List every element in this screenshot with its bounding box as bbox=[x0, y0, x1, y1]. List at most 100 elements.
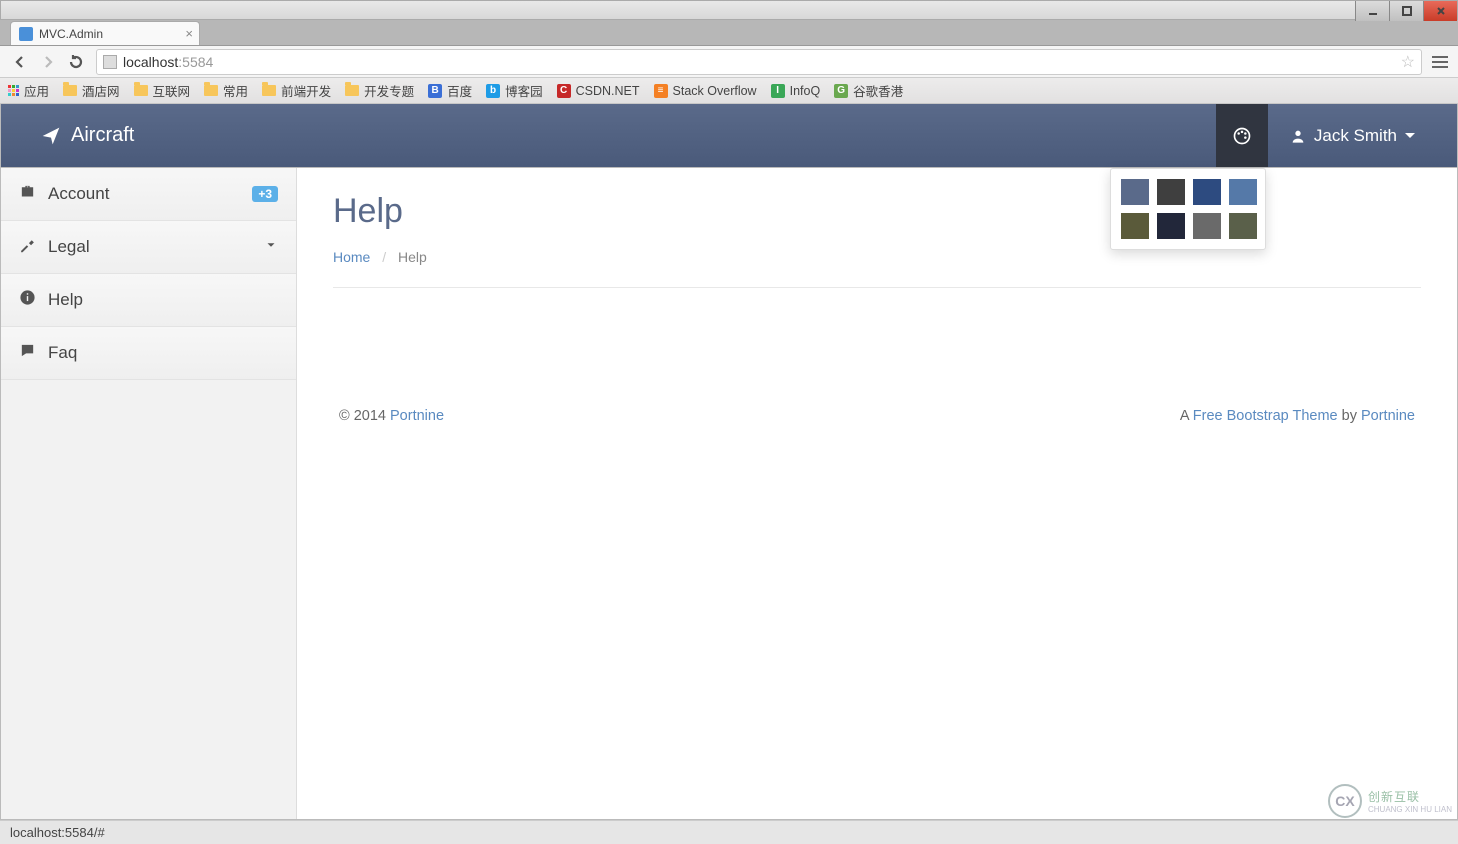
url-host: localhost bbox=[123, 54, 178, 70]
breadcrumb-home[interactable]: Home bbox=[333, 249, 370, 265]
theme-swatch[interactable] bbox=[1121, 179, 1149, 205]
bookmark-label: 常用 bbox=[223, 81, 248, 100]
content: Help Home / Help © 2014 Portnine A Free … bbox=[297, 168, 1457, 819]
bookmark-item[interactable]: B 百度 bbox=[428, 81, 472, 100]
footer-copy: © 2014 bbox=[339, 408, 390, 424]
footer-right: A Free Bootstrap Theme by Portnine bbox=[1180, 408, 1415, 424]
footer: © 2014 Portnine A Free Bootstrap Theme b… bbox=[333, 408, 1421, 424]
theme-swatch[interactable] bbox=[1193, 213, 1221, 239]
browser-forward-button[interactable] bbox=[34, 48, 62, 76]
browser-tab-strip: MVC.Admin × bbox=[0, 20, 1458, 46]
theme-swatch[interactable] bbox=[1229, 213, 1257, 239]
badge: +3 bbox=[252, 186, 278, 202]
bookmarks-bar: 应用 酒店网 互联网 常用 前端开发 开发专题 B 百度 b博客园 CCSDN.NET ≡ Stack… bbox=[0, 78, 1458, 104]
bookmark-label: 应用 bbox=[24, 81, 49, 100]
chevron-down-icon bbox=[264, 237, 278, 257]
sidebar-item-label: Legal bbox=[48, 237, 90, 257]
window-maximize-button[interactable] bbox=[1389, 1, 1423, 21]
site-favicon: I bbox=[771, 84, 785, 98]
browser-toolbar: localhost:5584 ☆ bbox=[0, 46, 1458, 78]
folder-icon bbox=[63, 85, 77, 96]
bookmark-item[interactable]: 开发专题 bbox=[345, 81, 414, 100]
theme-swatch[interactable] bbox=[1157, 213, 1185, 239]
bookmark-item[interactable]: CCSDN.NET bbox=[557, 84, 640, 98]
url-port: :5584 bbox=[178, 54, 213, 70]
theme-swatch[interactable] bbox=[1193, 179, 1221, 205]
watermark-logo: CX bbox=[1328, 784, 1362, 818]
bookmark-item[interactable]: 前端开发 bbox=[262, 81, 331, 100]
breadcrumb-separator: / bbox=[382, 249, 386, 265]
sidebar: Account +3 Legal Help Faq bbox=[1, 168, 297, 819]
folder-icon bbox=[204, 85, 218, 96]
window-close-button[interactable] bbox=[1423, 1, 1457, 21]
sidebar-item-legal[interactable]: Legal bbox=[1, 221, 296, 274]
sidebar-item-label: Help bbox=[48, 290, 83, 310]
footer-right-prefix: A bbox=[1180, 408, 1193, 424]
bookmark-label: Stack Overflow bbox=[673, 84, 757, 98]
brand-label: Aircraft bbox=[71, 124, 134, 147]
theme-palette-button[interactable] bbox=[1216, 104, 1268, 167]
app-header: Aircraft Jack Smith bbox=[0, 104, 1458, 168]
sidebar-item-label: Account bbox=[48, 184, 109, 204]
status-text: localhost:5584/# bbox=[10, 825, 105, 840]
briefcase-icon bbox=[19, 183, 36, 205]
bookmark-item[interactable]: 互联网 bbox=[134, 81, 191, 100]
browser-reload-button[interactable] bbox=[62, 48, 90, 76]
theme-swatch[interactable] bbox=[1121, 213, 1149, 239]
tab-title: MVC.Admin bbox=[39, 27, 103, 41]
address-bar[interactable]: localhost:5584 ☆ bbox=[96, 49, 1422, 75]
bookmark-star-icon[interactable]: ☆ bbox=[1401, 52, 1415, 72]
bookmark-label: 前端开发 bbox=[281, 81, 331, 100]
dashboard-icon bbox=[1232, 126, 1252, 146]
site-favicon: G bbox=[834, 84, 848, 98]
footer-theme-link[interactable]: Free Bootstrap Theme bbox=[1193, 408, 1338, 424]
paper-plane-icon bbox=[41, 126, 61, 146]
bookmark-label: 开发专题 bbox=[364, 81, 414, 100]
status-bar: localhost:5584/# bbox=[0, 820, 1458, 844]
sidebar-item-help[interactable]: Help bbox=[1, 274, 296, 327]
bookmark-item[interactable]: 应用 bbox=[8, 81, 49, 100]
page-icon bbox=[103, 55, 117, 69]
bookmark-item[interactable]: 酒店网 bbox=[63, 81, 120, 100]
folder-icon bbox=[262, 85, 276, 96]
site-favicon: B bbox=[428, 84, 442, 98]
bookmark-item[interactable]: ≡ Stack Overflow bbox=[654, 84, 757, 98]
main-layout: Account +3 Legal Help Faq Help Home / Help ©… bbox=[0, 168, 1458, 820]
browser-back-button[interactable] bbox=[6, 48, 34, 76]
bookmark-label: 谷歌香港 bbox=[853, 81, 903, 100]
bookmark-label: 百度 bbox=[447, 81, 472, 100]
bookmark-label: 互联网 bbox=[153, 81, 191, 100]
browser-tab[interactable]: MVC.Admin × bbox=[10, 21, 200, 45]
info-icon bbox=[19, 289, 36, 311]
site-favicon: ≡ bbox=[654, 84, 668, 98]
bookmark-label: 酒店网 bbox=[82, 81, 120, 100]
bookmark-label: InfoQ bbox=[790, 84, 821, 98]
sidebar-item-account[interactable]: Account +3 bbox=[1, 168, 296, 221]
footer-portnine-link[interactable]: Portnine bbox=[390, 408, 444, 424]
bookmark-item[interactable]: b博客园 bbox=[486, 81, 543, 100]
bookmark-item[interactable]: G 谷歌香港 bbox=[834, 81, 903, 100]
watermark: CX 创新互联 CHUANG XIN HU LIAN bbox=[1328, 784, 1452, 818]
watermark-text: 创新互联 bbox=[1368, 788, 1452, 805]
browser-menu-button[interactable] bbox=[1428, 50, 1452, 74]
gavel-icon bbox=[19, 236, 36, 258]
tab-favicon bbox=[19, 27, 33, 41]
brand[interactable]: Aircraft bbox=[41, 124, 134, 147]
bookmark-label: 博客园 bbox=[505, 81, 543, 100]
breadcrumb: Home / Help bbox=[333, 249, 1421, 288]
comment-icon bbox=[19, 342, 36, 364]
bookmark-item[interactable]: I InfoQ bbox=[771, 84, 821, 98]
user-menu[interactable]: Jack Smith bbox=[1268, 104, 1437, 167]
apps-icon bbox=[8, 85, 19, 96]
breadcrumb-current: Help bbox=[398, 249, 427, 265]
bookmark-item[interactable]: 常用 bbox=[204, 81, 248, 100]
window-minimize-button[interactable] bbox=[1355, 1, 1389, 21]
sidebar-item-faq[interactable]: Faq bbox=[1, 327, 296, 380]
bookmark-label: CSDN.NET bbox=[576, 84, 640, 98]
tab-close-button[interactable]: × bbox=[185, 26, 193, 41]
theme-swatch[interactable] bbox=[1157, 179, 1185, 205]
theme-swatch[interactable] bbox=[1229, 179, 1257, 205]
user-name: Jack Smith bbox=[1314, 126, 1397, 146]
caret-down-icon bbox=[1405, 133, 1415, 138]
footer-portnine-link-2[interactable]: Portnine bbox=[1361, 408, 1415, 424]
